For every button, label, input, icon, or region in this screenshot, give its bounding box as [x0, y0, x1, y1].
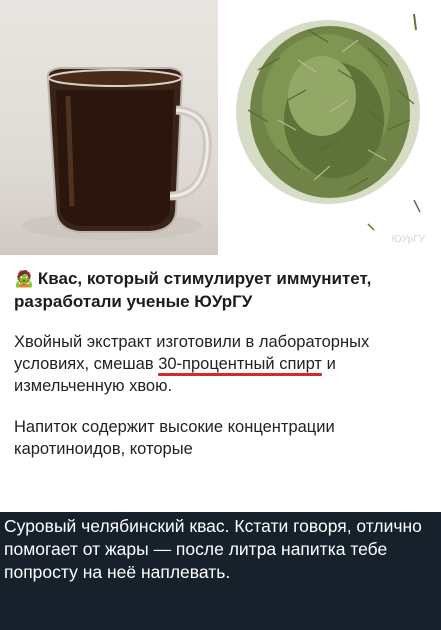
needles-illustration	[236, 13, 421, 231]
article-paragraph-2: Напиток содержит высокие концентрации ка…	[14, 418, 335, 458]
post-image[interactable]: ЮУрГУ 🧟 Квас, который стимулирует иммунит…	[0, 0, 441, 512]
article-headline: 🧟 Квас, который стимулирует иммунитет, ра…	[14, 268, 434, 313]
article-paragraph-1: Хвойный экстракт изготовили в лабораторн…	[14, 331, 434, 397]
post-caption: Суровый челябинский квас. Кстати говоря,…	[4, 516, 422, 582]
watermark-text: ЮУрГУ	[391, 234, 425, 245]
headline-text: Квас, который стимулирует иммунитет, раз…	[14, 269, 372, 311]
mug-illustration	[22, 67, 212, 240]
article-text: 🧟 Квас, который стимулирует иммунитет, ра…	[14, 262, 434, 460]
photo-row: ЮУрГУ	[0, 0, 441, 255]
pine-needles-photo: ЮУрГУ	[218, 0, 441, 255]
kvass-mug-photo	[0, 0, 218, 255]
underlined-phrase: 30-процентный спирт	[158, 355, 322, 376]
zombie-emoji-icon: 🧟	[14, 271, 34, 288]
